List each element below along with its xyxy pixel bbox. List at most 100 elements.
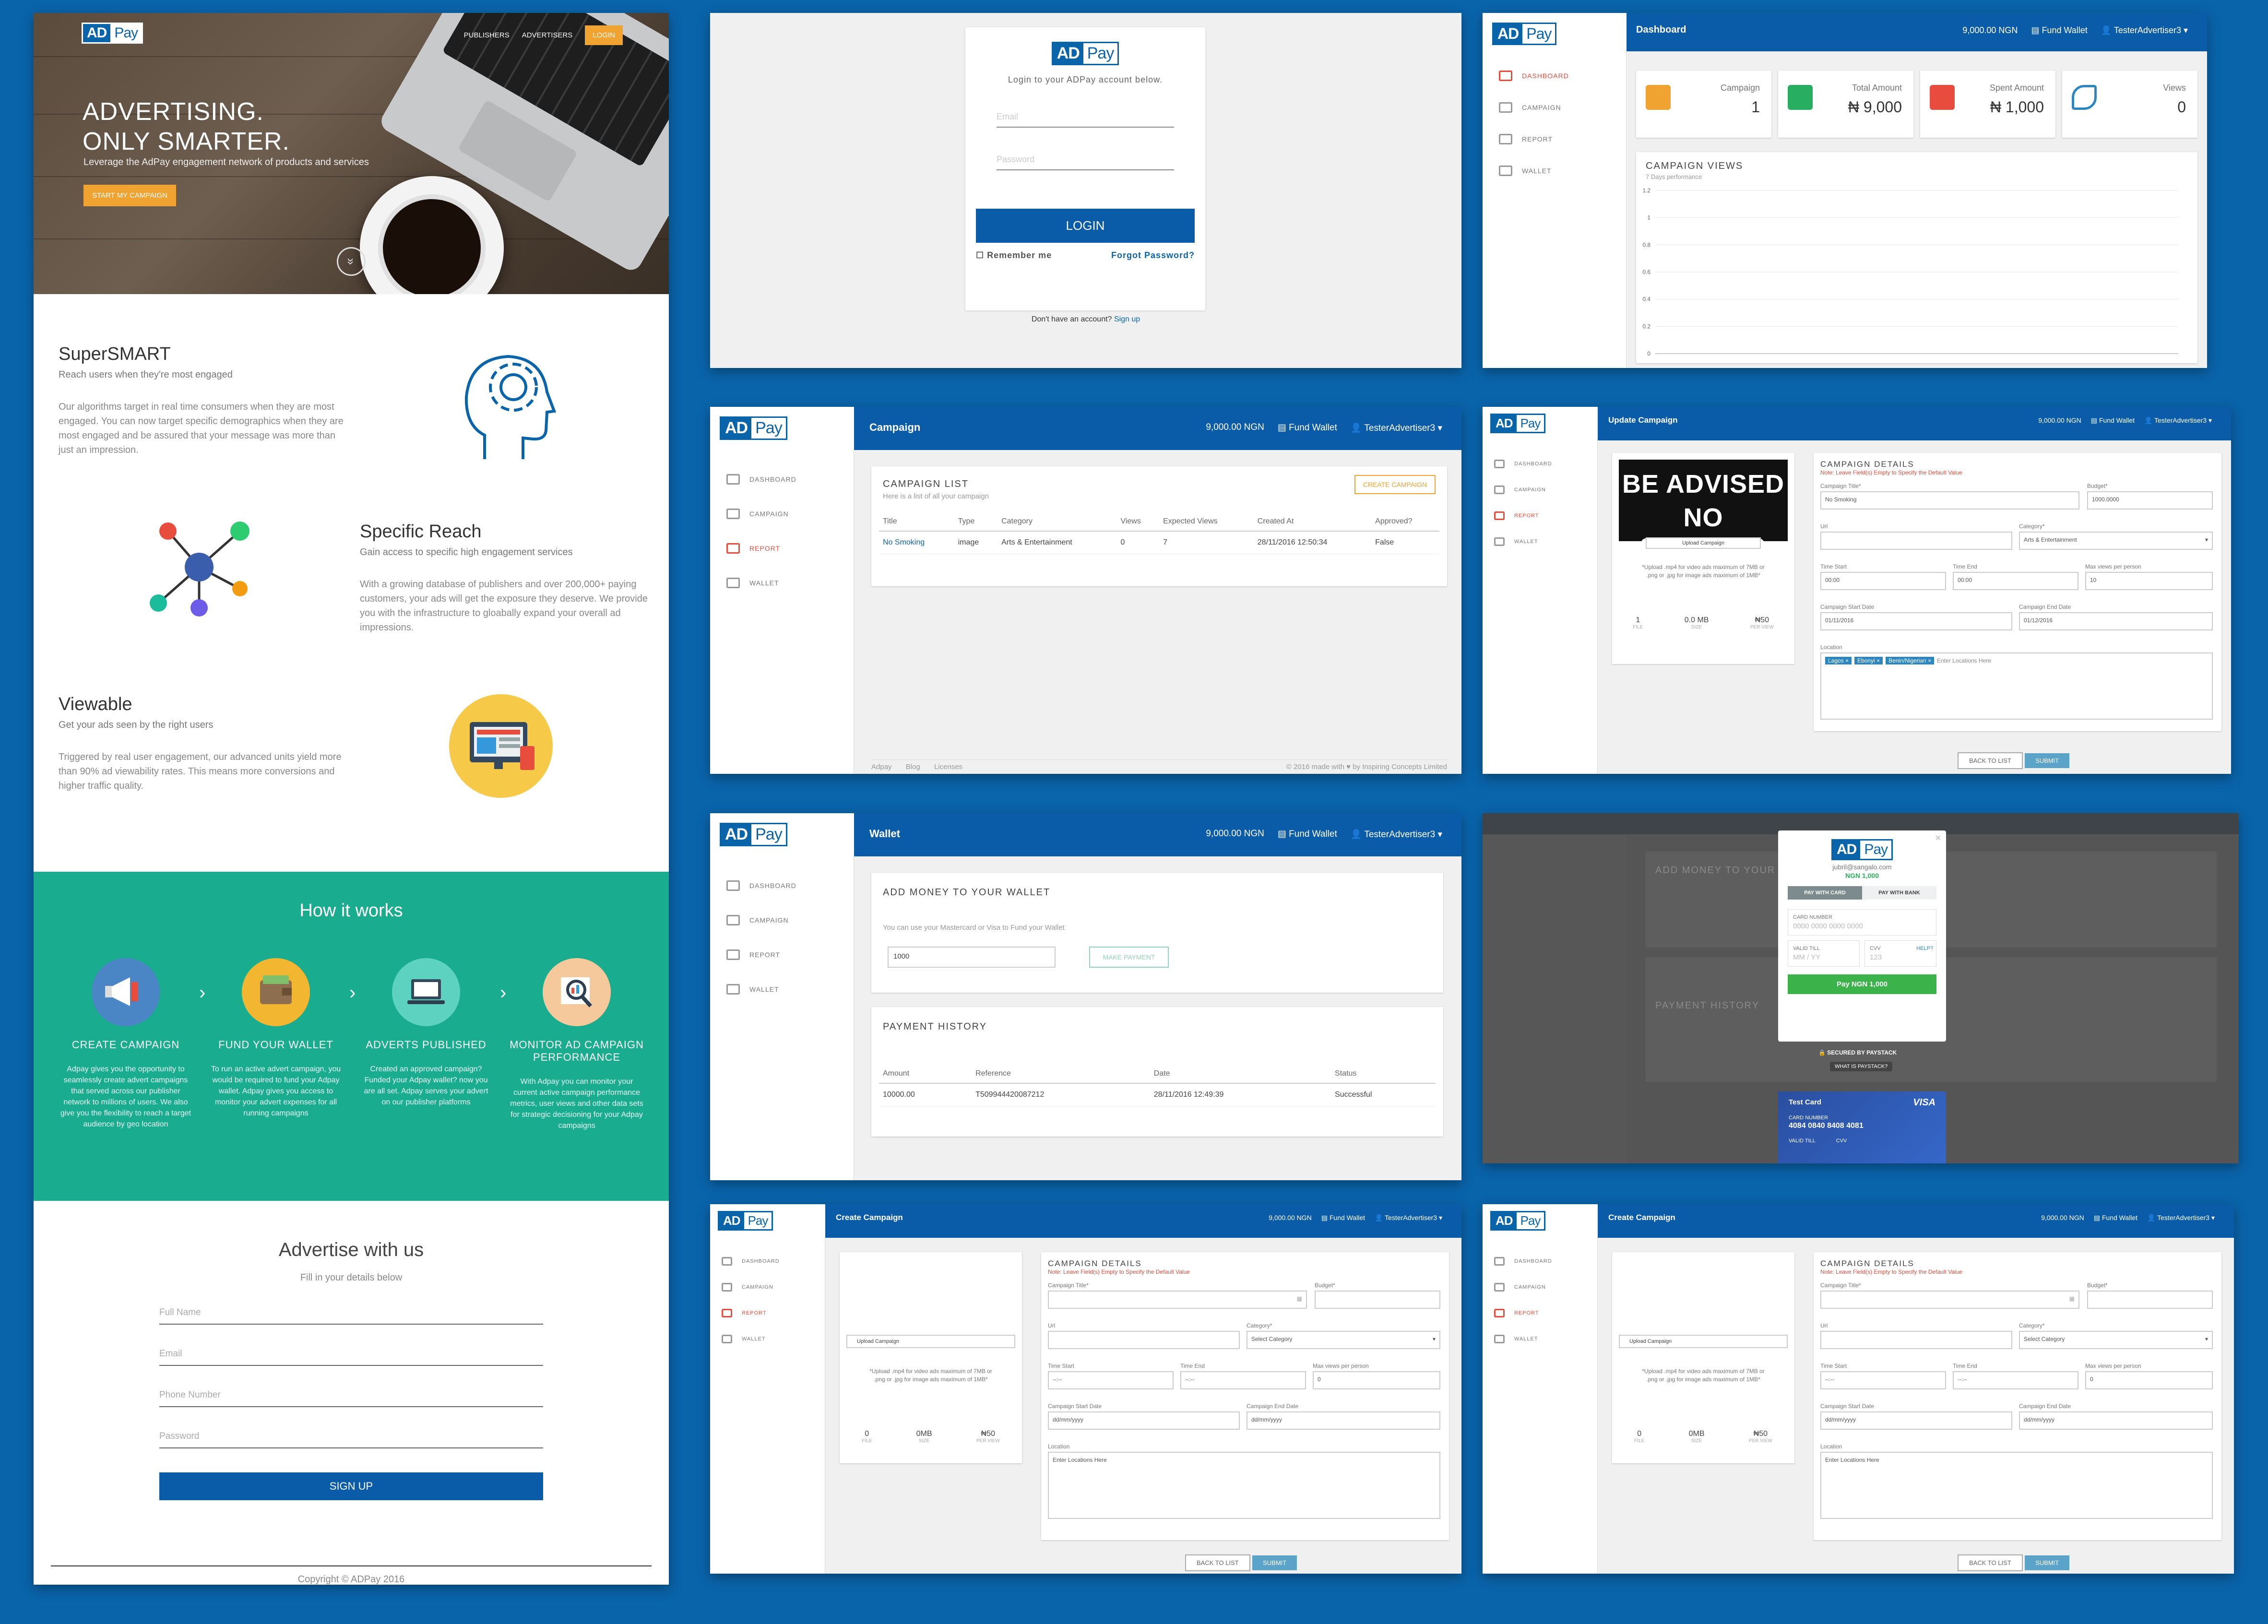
forgot-password-link[interactable]: Forgot Password? — [1111, 250, 1195, 261]
campaign-title-input[interactable]: ▦ — [1048, 1291, 1307, 1309]
submit-button[interactable]: SUBMIT — [1252, 1555, 1297, 1570]
user-menu[interactable]: 👤 TesterAdvertiser3 ▾ — [1375, 1214, 1442, 1222]
sidebar-item-dashboard[interactable]: DASHBOARD — [726, 880, 854, 891]
remember-me-checkbox[interactable]: ☐ Remember me — [976, 250, 1052, 261]
max-views-input[interactable]: 0 — [1313, 1371, 1440, 1389]
make-payment-button[interactable]: MAKE PAYMENT — [1089, 947, 1169, 968]
upload-campaign-button[interactable]: Upload Campaign — [1619, 1335, 1788, 1348]
what-is-paystack-link[interactable]: WHAT IS PAYSTACK? — [1830, 1062, 1893, 1071]
budget-input[interactable]: 1000.0000 — [2087, 491, 2213, 510]
user-menu[interactable]: 👤 TesterAdvertiser3 ▾ — [2144, 416, 2212, 425]
time-end-input[interactable]: --:-- — [1180, 1371, 1306, 1389]
upload-campaign-button[interactable]: Upload Campaign — [1646, 537, 1761, 549]
sidebar-item-report[interactable]: REPORT — [726, 949, 854, 960]
footer-link[interactable]: Licenses — [934, 763, 962, 771]
valid-till-field[interactable]: VALID TILL MM / YY — [1788, 940, 1860, 967]
campaign-row[interactable]: No Smoking image Arts & Entertainment 0 7 28/… — [879, 531, 1439, 554]
user-menu[interactable]: 👤 TesterAdvertiser3 ▾ — [2147, 1214, 2215, 1222]
time-start-input[interactable]: --:-- — [1048, 1371, 1174, 1389]
budget-input[interactable] — [2087, 1291, 2213, 1309]
scroll-down-icon[interactable]: » — [337, 247, 366, 276]
url-input[interactable] — [1048, 1331, 1240, 1349]
sidebar-item-campaign[interactable]: CAMPAIGN — [726, 509, 854, 519]
footer-link[interactable]: Blog — [906, 763, 920, 771]
location-input[interactable]: Lagos × Ebonyi × Benin/Nigerian × Enter Loc… — [1820, 652, 2213, 720]
fund-wallet-link[interactable]: ▤ Fund Wallet — [2094, 1214, 2137, 1222]
campaign-title-input[interactable]: ▦ — [1820, 1291, 2079, 1309]
sidebar-item-campaign[interactable]: CAMPAIGN — [1494, 1283, 1597, 1292]
pay-button[interactable]: Pay NGN 1,000 — [1788, 974, 1936, 994]
sidebar-item-dashboard[interactable]: DASHBOARD — [722, 1257, 825, 1266]
time-end-input[interactable]: 00:00 — [1953, 572, 2078, 590]
category-select[interactable]: Select Category ▾ — [2019, 1331, 2213, 1349]
close-icon[interactable]: ✕ — [1935, 833, 1941, 843]
sidebar-item-report[interactable]: REPORT — [1494, 1309, 1597, 1317]
submit-button[interactable]: SUBMIT — [2025, 753, 2070, 768]
sidebar-item-wallet[interactable]: WALLET — [1494, 1335, 1597, 1343]
time-start-input[interactable]: --:-- — [1820, 1371, 1946, 1389]
help-link[interactable]: HELP? — [1916, 946, 1933, 951]
start-date-input[interactable]: 01/11/2016 — [1820, 612, 2012, 630]
adpay-logo[interactable]: AD Pay — [718, 1211, 773, 1231]
sidebar-item-wallet[interactable]: WALLET — [722, 1335, 825, 1343]
sidebar-item-report[interactable]: REPORT — [1499, 134, 1626, 144]
back-to-list-button[interactable]: BACK TO LIST — [1958, 752, 2023, 769]
fund-wallet-link[interactable]: ▤ Fund Wallet — [2031, 25, 2087, 36]
signup-button[interactable]: SIGN UP — [159, 1472, 543, 1500]
sidebar-item-wallet[interactable]: WALLET — [1494, 537, 1597, 546]
campaign-title-input[interactable]: No Smoking — [1820, 491, 2079, 510]
cvv-field[interactable]: CVV 123 HELP? — [1864, 940, 1936, 967]
nav-publishers[interactable]: PUBLISHERS — [464, 31, 510, 39]
adpay-logo[interactable]: AD Pay — [1490, 1211, 1546, 1231]
full-name-field[interactable]: Full Name — [159, 1307, 543, 1325]
sidebar-item-dashboard[interactable]: DASHBOARD — [726, 474, 854, 485]
sidebar-item-report[interactable]: REPORT — [722, 1309, 825, 1317]
url-input[interactable] — [1820, 532, 2012, 550]
start-date-input[interactable]: dd/mm/yyyy — [1820, 1411, 2012, 1430]
phone-field[interactable]: Phone Number — [159, 1390, 543, 1407]
start-campaign-button[interactable]: START MY CAMPAIGN — [83, 185, 176, 206]
amount-input[interactable]: 1000 — [888, 947, 1056, 968]
sidebar-item-wallet[interactable]: WALLET — [1499, 166, 1626, 176]
max-views-input[interactable]: 0 — [2085, 1371, 2213, 1389]
sidebar-item-report[interactable]: REPORT — [1494, 511, 1597, 520]
fund-wallet-link[interactable]: ▤ Fund Wallet — [2091, 416, 2135, 425]
max-views-input[interactable]: 10 — [2085, 572, 2213, 590]
category-select[interactable]: Arts & Entertainment ▾ — [2019, 532, 2213, 550]
category-select[interactable]: Select Category ▾ — [1247, 1331, 1440, 1349]
adpay-logo[interactable]: AD Pay — [720, 416, 787, 440]
payment-row[interactable]: 10000.00 T509944420087212 28/11/2016 12:49… — [879, 1083, 1436, 1106]
footer-link[interactable]: Adpay — [871, 763, 892, 771]
signup-link[interactable]: Sign up — [1114, 315, 1140, 323]
end-date-input[interactable]: dd/mm/yyyy — [1247, 1411, 1440, 1430]
tab-pay-with-card[interactable]: PAY WITH CARD — [1788, 886, 1862, 900]
create-campaign-button[interactable]: CREATE CAMPAIGN — [1354, 475, 1436, 494]
nav-login-button[interactable]: LOGIN — [585, 25, 623, 45]
end-date-input[interactable]: 01/12/2016 — [2019, 612, 2213, 630]
time-start-input[interactable]: 00:00 — [1820, 572, 1946, 590]
location-input[interactable]: Enter Locations Here — [1820, 1452, 2213, 1519]
sidebar-item-wallet[interactable]: WALLET — [726, 984, 854, 995]
sidebar-item-dashboard[interactable]: DASHBOARD — [1494, 460, 1597, 468]
adpay-logo[interactable]: AD Pay — [82, 23, 143, 44]
url-input[interactable] — [1820, 1331, 2012, 1349]
end-date-input[interactable]: dd/mm/yyyy — [2019, 1411, 2213, 1430]
email-input[interactable]: Email — [997, 112, 1174, 128]
card-number-field[interactable]: CARD NUMBER 0000 0000 0000 0000 — [1788, 909, 1936, 936]
email-field[interactable]: Email — [159, 1349, 543, 1366]
back-to-list-button[interactable]: BACK TO LIST — [1185, 1554, 1250, 1571]
nav-advertisers[interactable]: ADVERTISERS — [522, 31, 573, 39]
sidebar-item-campaign[interactable]: CAMPAIGN — [1494, 486, 1597, 494]
sidebar-item-wallet[interactable]: WALLET — [726, 578, 854, 588]
login-button[interactable]: LOGIN — [976, 209, 1195, 243]
tab-pay-with-bank[interactable]: PAY WITH BANK — [1862, 886, 1936, 900]
location-input[interactable]: Enter Locations Here — [1048, 1452, 1440, 1519]
sidebar-item-campaign[interactable]: CAMPAIGN — [722, 1283, 825, 1292]
adpay-logo[interactable]: AD Pay — [1490, 414, 1546, 433]
password-input[interactable]: Password — [997, 154, 1174, 170]
fund-wallet-link[interactable]: ▤ Fund Wallet — [1321, 1214, 1365, 1222]
time-end-input[interactable]: --:-- — [1953, 1371, 2078, 1389]
fund-wallet-link[interactable]: ▤ Fund Wallet — [1278, 829, 1337, 840]
fund-wallet-link[interactable]: ▤ Fund Wallet — [1278, 422, 1337, 434]
user-menu[interactable]: 👤 TesterAdvertiser3 ▾ — [1351, 829, 1442, 840]
